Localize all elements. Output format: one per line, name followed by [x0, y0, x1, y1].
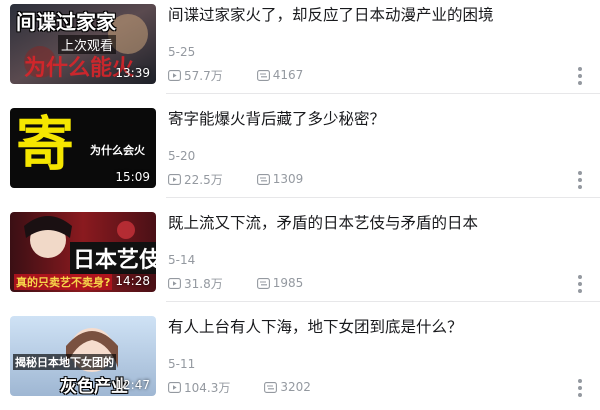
video-stats: 31.8万 1985 [168, 275, 303, 291]
comment-count: 1309 [256, 172, 304, 186]
video-list: 间谍过家家 上次观看 为什么能火 13:39 间谍过家家火了，却反应了日本动漫产… [0, 0, 600, 410]
upload-date: 5-20 [168, 149, 196, 163]
view-count-value: 57.7万 [184, 68, 223, 83]
video-duration: 15:09 [115, 170, 150, 184]
play-count-icon [168, 381, 181, 393]
upload-date: 5-11 [168, 357, 196, 371]
video-thumbnail[interactable]: 日本艺伎 真的只卖艺不卖身? 14:28 [10, 212, 156, 292]
play-count-icon [168, 173, 181, 185]
video-duration: 14:28 [115, 274, 150, 288]
video-title[interactable]: 寄字能爆火背后藏了多少秘密？ [168, 108, 568, 130]
comment-count-value: 3202 [280, 380, 311, 394]
divider [166, 197, 600, 198]
video-thumbnail[interactable]: 间谍过家家 上次观看 为什么能火 13:39 [10, 4, 156, 84]
view-count: 31.8万 [168, 275, 223, 292]
more-vertical-icon[interactable] [574, 169, 586, 191]
danmaku-count-icon [256, 277, 270, 289]
video-thumbnail[interactable]: 寄 为什么会火 15:09 [10, 108, 156, 188]
thumbnail-caption: 真的只卖艺不卖身? [14, 274, 113, 290]
thumbnail-caption: 寄 [16, 110, 75, 178]
divider [166, 93, 600, 94]
video-item[interactable]: 日本艺伎 真的只卖艺不卖身? 14:28 既上流又下流，矛盾的日本艺伎与矛盾的日… [0, 208, 600, 312]
view-count: 104.3万 [168, 379, 230, 396]
play-count-icon [168, 277, 181, 289]
view-count-value: 104.3万 [184, 380, 231, 395]
more-vertical-icon[interactable] [574, 377, 586, 399]
view-count: 57.7万 [168, 67, 223, 84]
video-duration: 13:39 [115, 66, 150, 80]
video-stats: 22.5万 1309 [168, 171, 303, 187]
comment-count-value: 1985 [272, 276, 304, 290]
video-item[interactable]: 间谍过家家 上次观看 为什么能火 13:39 间谍过家家火了，却反应了日本动漫产… [0, 0, 600, 104]
thumbnail-caption: 为什么会火 [90, 144, 145, 157]
video-stats: 104.3万 3202 [168, 379, 311, 395]
video-title[interactable]: 有人上台有人下海，地下女团到底是什么？ [168, 316, 568, 338]
video-item[interactable]: 寄 为什么会火 15:09 寄字能爆火背后藏了多少秘密？ 5-20 22.5万 … [0, 104, 600, 208]
comment-count: 3202 [264, 380, 311, 394]
thumbnail-caption: 间谍过家家 [16, 10, 116, 34]
more-vertical-icon[interactable] [574, 273, 586, 295]
video-stats: 57.7万 4167 [168, 67, 303, 83]
comment-count-value: 1309 [272, 172, 304, 186]
view-count-value: 31.8万 [184, 276, 223, 291]
divider [166, 301, 600, 302]
video-title[interactable]: 既上流又下流，矛盾的日本艺伎与矛盾的日本 [168, 212, 568, 234]
video-thumbnail[interactable]: 揭秘日本地下女团的 灰色产业 12:47 [10, 316, 156, 396]
comment-count: 1985 [256, 276, 304, 290]
comment-count: 4167 [256, 68, 304, 82]
thumbnail-caption: 揭秘日本地下女团的 [13, 354, 116, 370]
video-duration: 12:47 [115, 378, 150, 392]
danmaku-count-icon [256, 69, 270, 81]
more-vertical-icon[interactable] [574, 65, 586, 87]
play-count-icon [168, 69, 181, 81]
video-title[interactable]: 间谍过家家火了，却反应了日本动漫产业的困境 [168, 4, 568, 26]
danmaku-count-icon [264, 381, 278, 393]
view-count-value: 22.5万 [184, 172, 223, 187]
video-item[interactable]: 揭秘日本地下女团的 灰色产业 12:47 有人上台有人下海，地下女团到底是什么？… [0, 312, 600, 410]
comment-count-value: 4167 [272, 68, 304, 82]
view-count: 22.5万 [168, 171, 223, 188]
danmaku-count-icon [256, 173, 270, 185]
upload-date: 5-25 [168, 45, 196, 59]
upload-date: 5-14 [168, 253, 196, 267]
thumbnail-caption: 日本艺伎 [70, 242, 156, 274]
